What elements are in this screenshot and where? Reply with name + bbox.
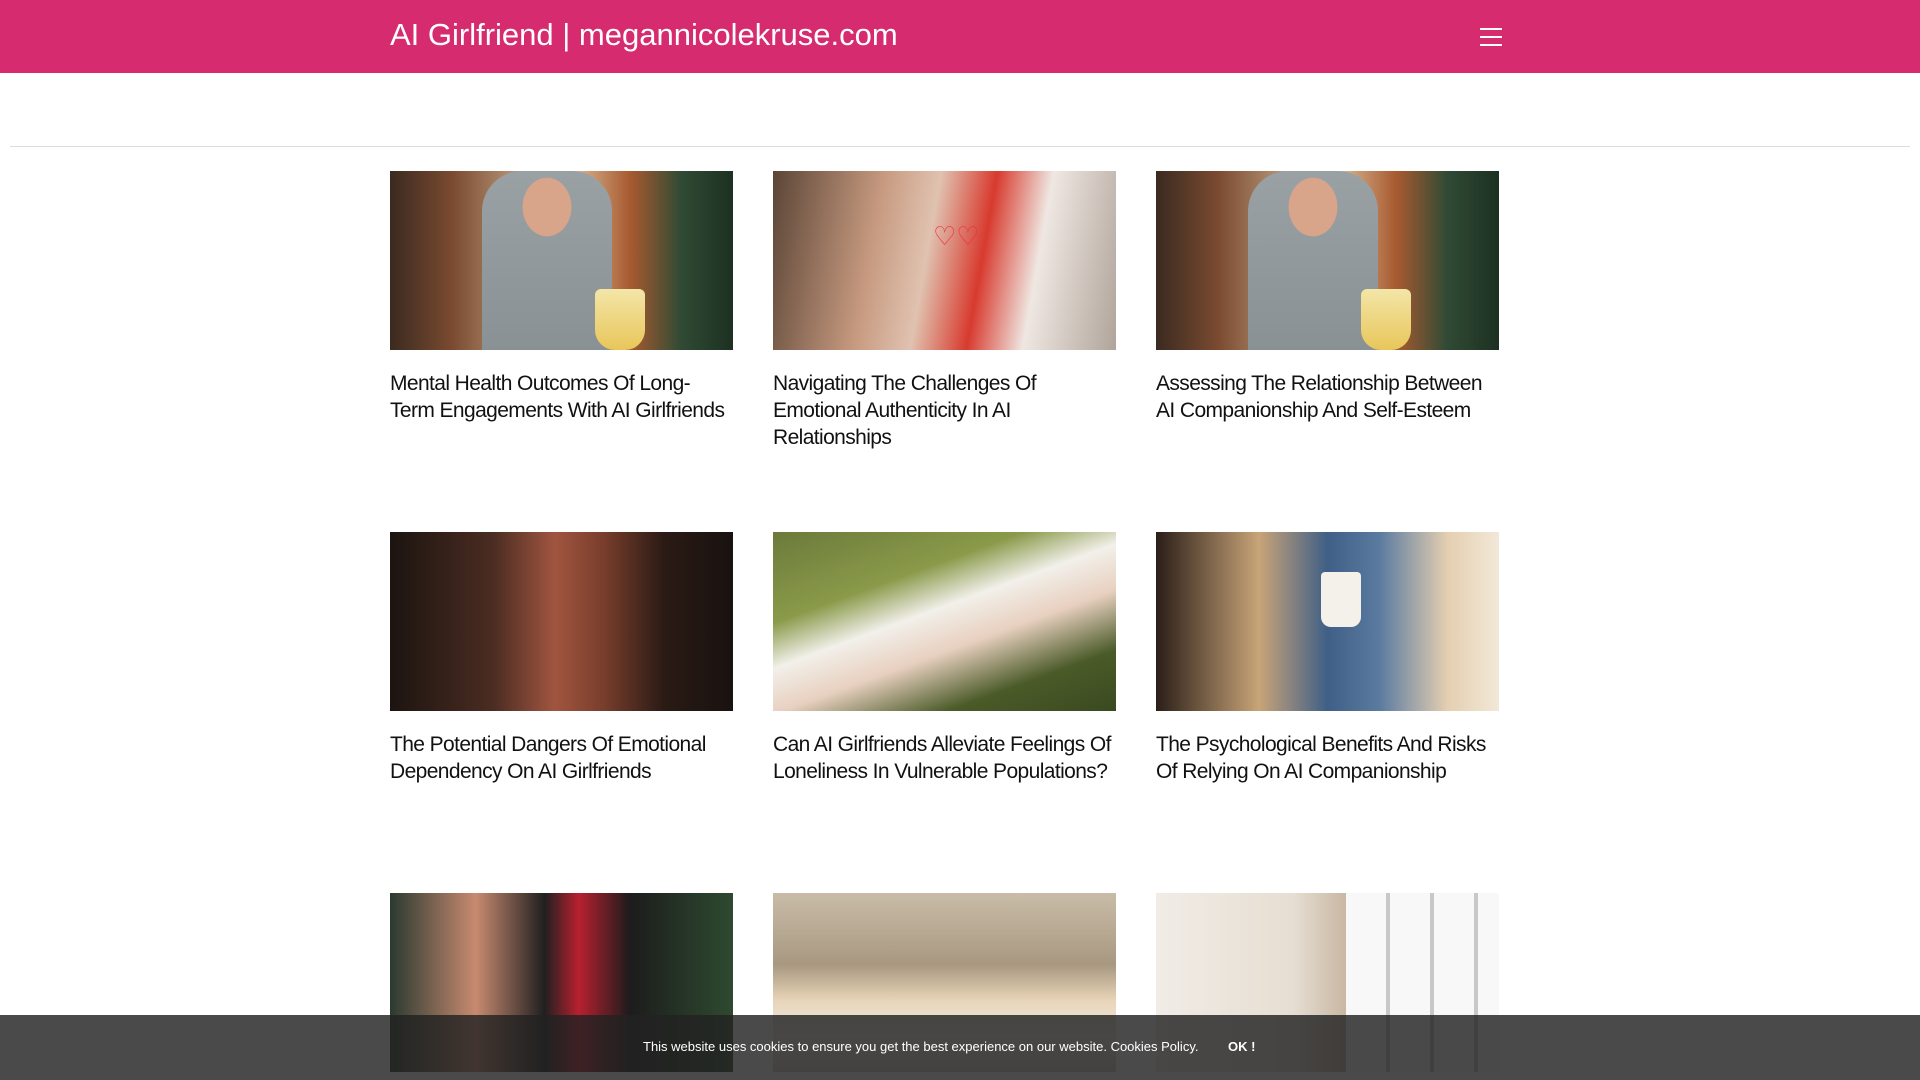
post-title-link[interactable]: Assessing The Relationship Between AI Co… bbox=[1156, 370, 1499, 424]
post-card: Mental Health Outcomes Of Long-Term Enga… bbox=[390, 171, 733, 424]
post-thumbnail[interactable] bbox=[1156, 171, 1499, 350]
hamburger-menu-icon[interactable] bbox=[1478, 26, 1504, 48]
site-title-link[interactable]: AI Girlfriend | megannicolekruse.com bbox=[390, 15, 898, 55]
cookie-banner: This website uses cookies to ensure you … bbox=[0, 1015, 1920, 1080]
post-thumbnail[interactable] bbox=[1156, 532, 1499, 711]
cookie-message-line: This website uses cookies to ensure you … bbox=[643, 1039, 1198, 1054]
post-card: The Psychological Benefits And Risks Of … bbox=[1156, 532, 1499, 785]
cookie-message: This website uses cookies to ensure you … bbox=[643, 1039, 1107, 1054]
post-thumbnail[interactable] bbox=[390, 532, 733, 711]
cookie-ok-button[interactable]: OK ! bbox=[1228, 1039, 1255, 1054]
post-card: Can AI Girlfriends Alleviate Feelings Of… bbox=[773, 532, 1116, 785]
post-title-link[interactable]: Navigating The Challenges Of Emotional A… bbox=[773, 370, 1116, 451]
cookies-policy-link[interactable]: Cookies Policy. bbox=[1111, 1039, 1199, 1054]
post-thumbnail[interactable]: ♡♡ bbox=[773, 171, 1116, 350]
post-card: ♡♡ Navigating The Challenges Of Emotiona… bbox=[773, 171, 1116, 451]
site-header: AI Girlfriend | megannicolekruse.com bbox=[0, 0, 1920, 73]
post-thumbnail[interactable] bbox=[390, 171, 733, 350]
post-card: The Potential Dangers Of Emotional Depen… bbox=[390, 532, 733, 785]
page: AI Girlfriend | megannicolekruse.com Men… bbox=[0, 0, 1920, 1080]
post-title-link[interactable]: Mental Health Outcomes Of Long-Term Enga… bbox=[390, 370, 733, 424]
post-title-link[interactable]: The Psychological Benefits And Risks Of … bbox=[1156, 731, 1499, 785]
post-title-link[interactable]: Can AI Girlfriends Alleviate Feelings Of… bbox=[773, 731, 1116, 785]
header-divider bbox=[10, 146, 1910, 147]
post-title-link[interactable]: The Potential Dangers Of Emotional Depen… bbox=[390, 731, 733, 785]
post-thumbnail[interactable] bbox=[773, 532, 1116, 711]
post-card: Assessing The Relationship Between AI Co… bbox=[1156, 171, 1499, 424]
